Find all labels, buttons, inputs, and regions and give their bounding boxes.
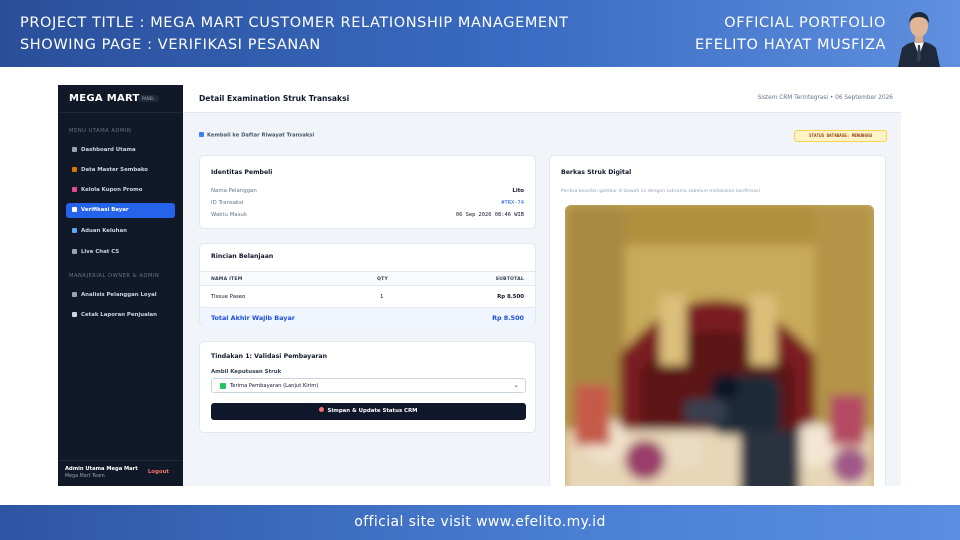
logout-button[interactable]: Logout <box>148 469 169 475</box>
sidebar: MEGA MART PANEL MENU UTAMA ADMIN Dashboa… <box>58 85 183 486</box>
author-portrait <box>896 4 942 67</box>
section-admin: MENU UTAMA ADMIN <box>69 128 132 134</box>
rocket-icon <box>319 407 325 412</box>
buyer-card: Identitas Pembeli Nama Pelanggan Lito ID… <box>199 155 536 229</box>
chat-icon <box>72 248 77 254</box>
sidebar-item-label: Data Master Sembako <box>81 167 148 173</box>
brand-name: MEGA MART <box>69 93 140 104</box>
customer-name-value: Lito <box>512 188 524 194</box>
entry-time-value: 06 Sep 2026 08:46 WIB <box>455 212 524 218</box>
section-owner: MANAJERIAL OWNER & ADMIN <box>69 273 160 279</box>
back-arrow-icon <box>199 132 204 137</box>
sidebar-item-label: Live Chat CS <box>81 249 120 255</box>
sidebar-item-kupon[interactable]: Kelola Kupon Promo <box>66 183 175 198</box>
sidebar-item-aduan[interactable]: Aduan Keluhan <box>66 224 175 239</box>
author-name: EFELITO HAYAT MUSFIZA <box>695 37 886 53</box>
printer-icon <box>72 311 77 317</box>
action-card: Tindakan 1: Validasi Pembayaran Ambil Ke… <box>199 341 536 433</box>
topbar: Detail Examination Struk Transaksi Siste… <box>183 85 901 113</box>
save-update-label: Simpan & Update Status CRM <box>327 408 418 414</box>
sidebar-item-label: Dashboard Utama <box>81 147 136 153</box>
user-team: Mega Mart Team <box>65 474 105 479</box>
decision-value: Terima Pembayaran (Lanjut Kirim) <box>230 383 319 389</box>
site-footer: official site visit www.efelito.my.id <box>0 505 960 540</box>
sidebar-item-analisis[interactable]: Analisis Pelanggan Loyal <box>66 288 175 303</box>
col-qty: QTY <box>377 277 388 282</box>
order-card: Rincian Belanjaan NAMA ITEM QTY SUBTOTAL… <box>199 243 536 326</box>
checkmark-icon <box>220 383 226 389</box>
decision-select[interactable]: Terima Pembayaran (Lanjut Kirim) ⌄ <box>211 378 526 393</box>
chevron-down-icon: ⌄ <box>513 381 519 389</box>
sidebar-item-dashboard[interactable]: Dashboard Utama <box>66 143 175 158</box>
status-badge: STATUS DATABASE: MENUNGGU <box>794 130 887 142</box>
row-qty: 1 <box>380 294 384 300</box>
buyer-card-title: Identitas Pembeli <box>211 169 273 176</box>
sidebar-item-laporan[interactable]: Cetak Laporan Penjualan <box>66 308 175 323</box>
sidebar-item-label: Analisis Pelanggan Loyal <box>81 292 157 298</box>
page-title: Detail Examination Struk Transaksi <box>199 94 350 103</box>
topbar-meta: Sistem CRM Terintegrasi • 06 September 2… <box>757 95 893 101</box>
total-row: Total Akhir Wajib Bayar Rp 8.500 <box>200 307 535 326</box>
sidebar-item-label: Aduan Keluhan <box>81 228 127 234</box>
decision-label: Ambil Keputusan Struk <box>211 369 282 375</box>
receipt-card-title: Berkas Struk Digital <box>561 169 632 176</box>
showing-page: SHOWING PAGE : VERIFIKASI PESANAN <box>20 37 321 53</box>
sidebar-item-label: Cetak Laporan Penjualan <box>81 312 158 318</box>
sidebar-item-label: Kelola Kupon Promo <box>81 187 143 193</box>
chart-icon <box>72 291 77 297</box>
receipt-card: Berkas Struk Digital Periksa keaslian ga… <box>549 155 886 486</box>
col-subtotal: SUBTOTAL <box>495 277 524 282</box>
crm-app-window: MEGA MART PANEL MENU UTAMA ADMIN Dashboa… <box>58 85 901 486</box>
entry-time-label: Waktu Masuk <box>211 212 247 218</box>
action-card-title: Tindakan 1: Validasi Pembayaran <box>211 353 327 360</box>
sidebar-item-verifikasi[interactable]: Verifikasi Bayar <box>66 203 175 218</box>
sidebar-item-label: Verifikasi Bayar <box>81 207 129 213</box>
order-table-header: NAMA ITEM QTY SUBTOTAL <box>200 271 535 286</box>
back-link-label: Kembali ke Daftar Riwayat Transaksi <box>207 132 315 139</box>
sidebar-brand: MEGA MART PANEL <box>58 85 183 113</box>
receipt-image[interactable] <box>565 205 874 486</box>
transaction-id-label: ID Transaksi <box>211 200 244 206</box>
receipt-hint: Periksa keaslian gambar di bawah ini den… <box>561 189 760 194</box>
order-card-title: Rincian Belanjaan <box>211 253 274 260</box>
back-link[interactable]: Kembali ke Daftar Riwayat Transaksi <box>199 132 314 139</box>
total-value: Rp 8.500 <box>492 314 524 322</box>
project-title: PROJECT TITLE : MEGA MART CUSTOMER RELAT… <box>20 15 569 31</box>
row-subtotal: Rp 8.500 <box>497 294 524 300</box>
portfolio-label: OFFICIAL PORTFOLIO <box>724 15 886 31</box>
portfolio-banner: PROJECT TITLE : MEGA MART CUSTOMER RELAT… <box>0 0 960 67</box>
customer-name-label: Nama Pelanggan <box>211 188 257 194</box>
transaction-id-value: #TRX-74 <box>501 200 524 206</box>
check-icon <box>72 206 77 212</box>
inbox-icon <box>72 227 77 233</box>
col-item: NAMA ITEM <box>211 277 243 282</box>
chart-icon <box>72 146 77 152</box>
ticket-icon <box>72 186 77 192</box>
brand-badge: PANEL <box>138 95 159 102</box>
box-icon <box>72 166 77 172</box>
save-update-button[interactable]: Simpan & Update Status CRM <box>211 403 526 420</box>
total-label: Total Akhir Wajib Bayar <box>211 314 295 322</box>
user-name: Admin Utama Mega Mart <box>65 466 138 472</box>
sidebar-item-sembako[interactable]: Data Master Sembako <box>66 163 175 178</box>
row-item: Tissue Paseo <box>211 294 246 300</box>
sidebar-user: Admin Utama Mega Mart Mega Mart Team Log… <box>58 460 183 486</box>
sidebar-item-livechat[interactable]: Live Chat CS <box>66 245 175 260</box>
